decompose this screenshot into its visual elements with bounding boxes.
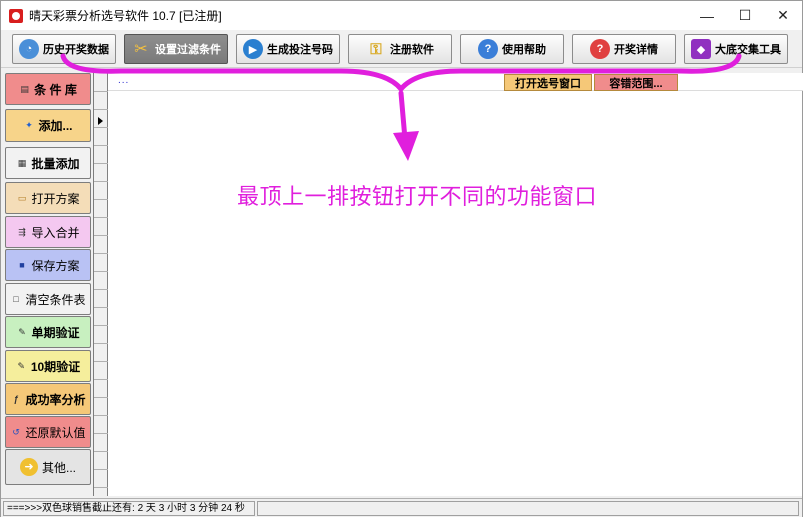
- app-window: 晴天彩票分析选号软件 10.7 [已注册] — ☐ ✕ ◔ 历史开奖数据 ✂ 设…: [0, 0, 803, 517]
- annotation-text: 最顶上一排按钮打开不同的功能窗口: [237, 185, 598, 210]
- status-panel-empty: [257, 501, 799, 516]
- success-rate-icon: ƒ: [13, 393, 19, 404]
- condition-grid[interactable]: ... 打开选号窗口 容错范围...: [93, 73, 803, 496]
- sidebar-item-add[interactable]: ✦ 添加...: [5, 109, 91, 142]
- sidebar-item-label: 条 件 库: [34, 82, 77, 97]
- register-button[interactable]: ⚿ 注册软件: [348, 34, 452, 64]
- filter-settings-label: 设置过滤条件: [155, 44, 221, 56]
- sidebar-item-label: 还原默认值: [25, 425, 86, 440]
- sidebar-item-label: 添加...: [38, 119, 73, 133]
- left-sidebar: ▤ 条 件 库 ✦ 添加... ▦ 批量添加 ▭ 打开方案 ⇶ 导入合并 ■ 保…: [5, 73, 91, 488]
- restore-default-icon: ↺: [12, 426, 20, 437]
- countdown-status: ===>>>双色球销售截止还有: 2 天 3 小时 3 分钟 24 秒: [3, 501, 255, 516]
- lottery-detail-button[interactable]: ? 开奖详情: [572, 34, 676, 64]
- import-merge-icon: ⇶: [18, 226, 26, 237]
- sidebar-item-success-rate[interactable]: ƒ 成功率分析: [5, 383, 91, 415]
- register-label: 注册软件: [390, 44, 434, 56]
- history-data-button[interactable]: ◔ 历史开奖数据: [12, 34, 116, 64]
- sidebar-item-more[interactable]: ➜ 其他...: [5, 449, 91, 485]
- main-toolbar: ◔ 历史开奖数据 ✂ 设置过滤条件 ▶ 生成投注号码 ⚿ 注册软件 ? 使用帮助…: [1, 30, 802, 68]
- sidebar-item-save-plan[interactable]: ■ 保存方案: [5, 249, 91, 281]
- sidebar-item-ten-verify[interactable]: ✎ 10期验证: [5, 350, 91, 382]
- sidebar-item-label: 成功率分析: [25, 392, 86, 407]
- sidebar-item-restore-default[interactable]: ↺ 还原默认值: [5, 416, 91, 448]
- open-folder-icon: ▭: [17, 192, 27, 203]
- open-window-button[interactable]: 打开选号窗口: [504, 74, 592, 91]
- help-label: 使用帮助: [502, 44, 546, 56]
- filter-settings-button[interactable]: ✂ 设置过滤条件: [124, 34, 228, 64]
- add-icon: ✦: [25, 120, 33, 130]
- sidebar-item-label: 保存方案: [31, 258, 80, 273]
- generate-numbers-button[interactable]: ▶ 生成投注号码: [236, 34, 340, 64]
- single-verify-icon: ✎: [18, 326, 26, 337]
- sidebar-item-label: 其他...: [41, 460, 76, 475]
- clear-table-icon: □: [13, 293, 19, 304]
- sidebar-item-clear-table[interactable]: □ 清空条件表: [5, 283, 91, 315]
- sidebar-item-label: 10期验证: [30, 359, 81, 374]
- sidebar-item-label: 清空条件表: [25, 292, 86, 307]
- grid-header-row: ... 打开选号窗口 容错范围...: [108, 73, 803, 91]
- intersection-tool-button[interactable]: ◆ 大底交集工具: [684, 34, 788, 64]
- lottery-detail-label: 开奖详情: [614, 44, 658, 56]
- generate-numbers-label: 生成投注号码: [267, 44, 333, 56]
- intersection-tool-icon: ◆: [691, 39, 711, 59]
- status-bar: ===>>>双色球销售截止还有: 2 天 3 小时 3 分钟 24 秒: [1, 498, 802, 517]
- sidebar-item-label: 批量添加: [31, 156, 80, 171]
- sidebar-item-condition-library[interactable]: ▤ 条 件 库: [5, 73, 91, 105]
- sidebar-item-open-plan[interactable]: ▭ 打开方案: [5, 182, 91, 214]
- more-arrow-icon: ➜: [19, 458, 38, 476]
- sidebar-item-label: 打开方案: [31, 191, 80, 206]
- app-logo-icon: [9, 8, 23, 23]
- play-icon: ▶: [243, 39, 263, 59]
- lottery-detail-icon: ?: [590, 39, 610, 59]
- batch-add-icon: ▦: [17, 157, 27, 168]
- key-icon: ⚿: [370, 40, 382, 58]
- help-icon: ?: [478, 39, 498, 59]
- history-data-label: 历史开奖数据: [43, 44, 109, 56]
- sidebar-item-batch-add[interactable]: ▦ 批量添加: [5, 147, 91, 179]
- history-data-icon: ◔: [19, 39, 39, 59]
- window-controls: — ☐ ✕: [688, 1, 802, 30]
- condition-library-icon: ▤: [20, 83, 29, 94]
- sidebar-item-import-merge[interactable]: ⇶ 导入合并: [5, 216, 91, 248]
- sidebar-item-single-verify[interactable]: ✎ 单期验证: [5, 316, 91, 348]
- tools-icon: ✂: [134, 41, 148, 58]
- save-icon: ■: [19, 259, 25, 270]
- sidebar-item-label: 单期验证: [31, 325, 80, 340]
- help-button[interactable]: ? 使用帮助: [460, 34, 564, 64]
- tolerance-range-button[interactable]: 容错范围...: [594, 74, 678, 91]
- sidebar-item-label: 导入合并: [31, 225, 80, 240]
- close-button[interactable]: ✕: [764, 1, 802, 30]
- intersection-tool-label: 大底交集工具: [715, 44, 781, 56]
- maximize-button[interactable]: ☐: [726, 1, 764, 30]
- title-bar: 晴天彩票分析选号软件 10.7 [已注册] — ☐ ✕: [1, 1, 802, 30]
- minimize-button[interactable]: —: [688, 1, 726, 30]
- grid-ellipsis[interactable]: ...: [118, 75, 129, 86]
- window-title: 晴天彩票分析选号软件 10.7 [已注册]: [29, 9, 222, 23]
- current-row-marker-icon: [98, 117, 103, 125]
- grid-row-header: [94, 73, 108, 496]
- ten-verify-icon: ✎: [17, 360, 26, 371]
